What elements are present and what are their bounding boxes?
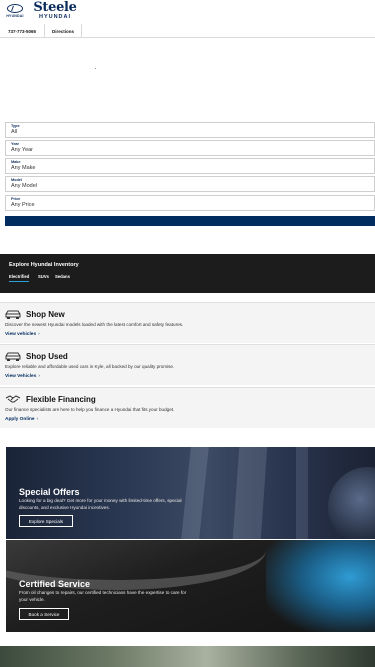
shop-new-description: Discover the newest Hyundai models loade… (5, 322, 184, 327)
hero-image-partial (0, 640, 375, 667)
financing-description: Our finance specialists are here to help… (5, 407, 175, 412)
vehicle-image (328, 467, 375, 539)
dealer-logo[interactable]: Steele HYUNDAI (31, 0, 79, 22)
directions-link[interactable]: Directions (44, 24, 82, 38)
explore-title: Explore Hyundai Inventory (9, 262, 79, 268)
tab-sedans[interactable]: Sedans (55, 274, 70, 279)
tab-electrified[interactable]: Electrified (9, 274, 30, 282)
divider (0, 640, 375, 646)
shop-used-description: Explore reliable and affordable used car… (5, 364, 175, 369)
model-filter[interactable]: Model Any Model (5, 176, 375, 192)
special-offers-title: Special Offers (19, 487, 80, 497)
chevron-right-icon: › (38, 332, 40, 337)
price-filter[interactable]: Price Any Price (5, 195, 375, 211)
car-icon (5, 310, 21, 319)
background-image (296, 447, 308, 539)
explore-inventory-section: Explore Hyundai Inventory Electrified SU… (0, 254, 375, 293)
handshake-icon (5, 395, 21, 403)
shop-new-link[interactable]: View vehicles › (5, 332, 40, 337)
book-service-button[interactable]: Book a Service (19, 608, 69, 620)
make-filter[interactable]: Make Any Make (5, 158, 375, 174)
special-offers-banner: Special Offers Looking for a big deal? G… (6, 447, 375, 539)
hyundai-logo[interactable]: HYUNDAI (4, 4, 26, 20)
year-filter[interactable]: Year Any Year (5, 140, 375, 156)
model-filter-value: Any Model (11, 183, 37, 189)
financing-link[interactable]: Apply Online › (5, 417, 38, 422)
phone-link[interactable]: 737-773-5065 (0, 24, 44, 38)
financing-card[interactable]: Flexible Financing Our finance specialis… (0, 387, 375, 428)
chevron-right-icon: › (36, 417, 39, 422)
tab-suvs[interactable]: SUVs (38, 274, 49, 279)
certified-service-banner: Certified Service From oil changes to re… (6, 540, 375, 632)
shop-new-title: Shop New (26, 310, 65, 319)
special-offers-description: Looking for a big deal? Get more for you… (19, 498, 182, 510)
shop-used-link-label: View Vehicles (5, 374, 37, 379)
hyundai-logo-text: HYUNDAI (6, 14, 24, 18)
type-filter[interactable]: Type All (5, 122, 375, 138)
price-filter-value: Any Price (11, 202, 35, 208)
year-filter-value: Any Year (11, 147, 34, 153)
site-header: HYUNDAI Steele HYUNDAI (0, 0, 375, 24)
background-image (266, 540, 375, 632)
search-button[interactable] (5, 216, 375, 226)
car-icon (5, 352, 21, 361)
certified-service-title: Certified Service (19, 579, 91, 589)
dealer-name: Steele (33, 0, 77, 15)
background-image (232, 447, 268, 539)
background-image (181, 447, 209, 539)
financing-link-label: Apply Online (5, 417, 35, 422)
type-filter-value: All (11, 129, 18, 135)
chevron-right-icon: › (38, 374, 40, 379)
make-filter-value: Any Make (11, 165, 36, 171)
hyundai-emblem-icon (7, 4, 23, 13)
shop-used-card[interactable]: Shop Used Explore reliable and affordabl… (0, 344, 375, 385)
explore-specials-button[interactable]: Explore Specials (19, 515, 73, 527)
certified-service-description: From oil changes to repairs, our certifi… (19, 590, 187, 602)
shop-new-card[interactable]: Shop New Discover the newest Hyundai mod… (0, 302, 375, 343)
contact-bar: 737-773-5065 Directions (0, 24, 375, 38)
shop-new-link-label: View vehicles (5, 332, 37, 337)
shop-used-title: Shop Used (26, 352, 68, 361)
shop-used-link[interactable]: View Vehicles › (5, 374, 40, 379)
financing-title: Flexible Financing (26, 395, 96, 404)
loading-dot (95, 68, 96, 69)
